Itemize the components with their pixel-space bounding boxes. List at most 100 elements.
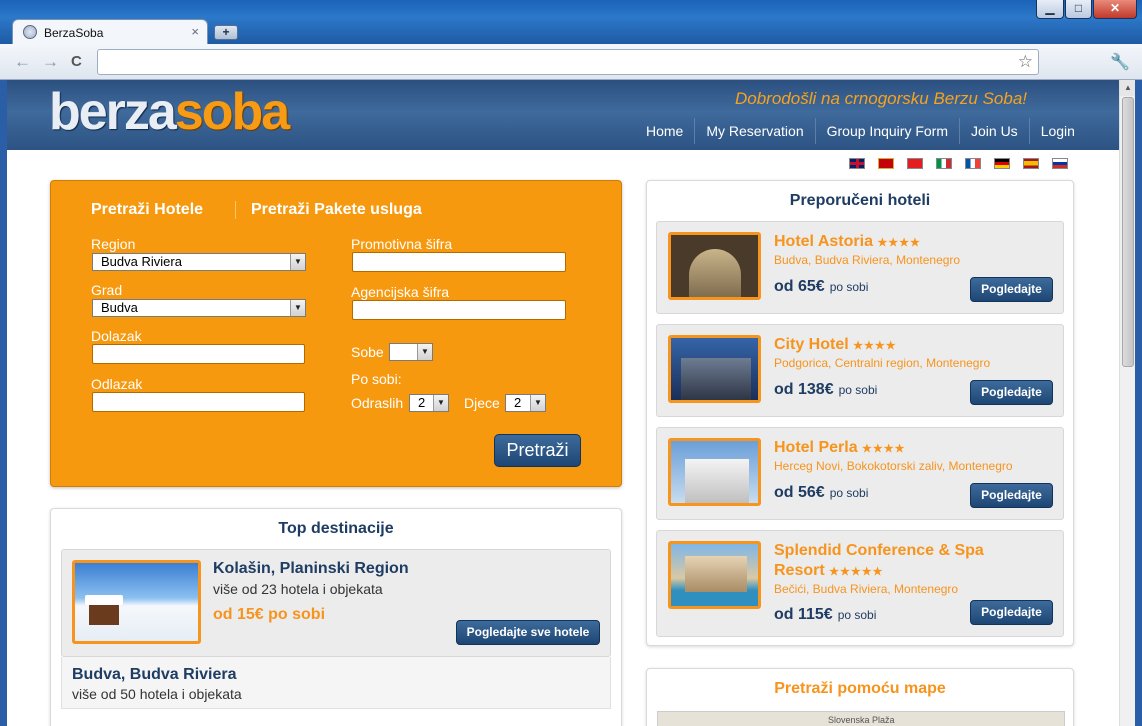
map-search-title: Pretraži pomoću mape — [774, 680, 946, 697]
region-label: Region — [91, 236, 136, 252]
rooms-label: Sobe — [351, 344, 384, 360]
tab-title: BerzaSoba — [44, 26, 104, 40]
flag-fr-icon[interactable] — [965, 158, 981, 169]
chevron-down-icon: ▼ — [290, 300, 305, 316]
view-all-hotels-button[interactable]: Pogledajte sve hotele — [456, 620, 600, 645]
maximize-button[interactable]: □ — [1065, 0, 1092, 19]
star-rating-icon: ★★★★★ — [829, 566, 884, 578]
flag-ru-icon[interactable] — [1052, 158, 1068, 169]
adults-label: Odraslih — [351, 395, 404, 411]
destination-count: više od 50 hotela i objekata — [72, 686, 242, 702]
browser-tab[interactable]: BerzaSoba × — [12, 19, 208, 45]
hotel-card: Hotel Astoria ★★★★ Budva, Budva Riviera,… — [656, 221, 1064, 314]
back-icon[interactable]: ← — [14, 52, 31, 72]
minimize-button[interactable]: ▁ — [1036, 0, 1064, 19]
nav-home[interactable]: Home — [635, 118, 694, 144]
hotel-image[interactable] — [668, 438, 761, 506]
hotel-card: Splendid Conference & Spa Resort ★★★★★ B… — [656, 530, 1064, 637]
hotel-name[interactable]: Hotel Astoria ★★★★ — [774, 232, 1004, 253]
chevron-down-icon: ▼ — [417, 344, 432, 360]
arrival-date-input[interactable] — [92, 344, 305, 364]
tab-search-hotels[interactable]: Pretraži Hotele — [91, 201, 203, 218]
hotel-image[interactable] — [668, 232, 761, 300]
close-window-button[interactable]: ✕ — [1093, 0, 1137, 19]
adults-select[interactable]: 2 ▼ — [409, 394, 449, 412]
hotel-price: od 115€ po sobi — [774, 606, 877, 623]
scrollbar-thumb[interactable] — [1122, 97, 1134, 367]
address-bar[interactable]: ☆ — [97, 49, 1039, 75]
search-tabs: Pretraži Hotele Pretraži Pakete usluga — [91, 201, 422, 219]
welcome-text: Dobrodošli na crnogorsku Berzu Soba! — [735, 89, 1027, 108]
forward-icon[interactable]: → — [42, 52, 59, 72]
departure-label: Odlazak — [91, 376, 143, 392]
view-hotel-button[interactable]: Pogledajte — [970, 277, 1053, 302]
hotel-card: City Hotel ★★★★ Podgorica, Centralni reg… — [656, 324, 1064, 417]
globe-icon — [23, 25, 37, 39]
city-label: Grad — [91, 282, 123, 298]
hotel-price: od 65€ po sobi — [774, 278, 869, 295]
chevron-down-icon: ▼ — [530, 395, 545, 411]
tab-search-packages[interactable]: Pretraži Pakete usluga — [235, 201, 422, 219]
destination-name[interactable]: Budva, Budva Riviera — [72, 666, 237, 684]
hotel-name[interactable]: Hotel Perla ★★★★ — [774, 438, 1004, 459]
hotel-card: Hotel Perla ★★★★ Herceg Novi, Bokokotors… — [656, 427, 1064, 520]
rooms-select[interactable]: ▼ — [389, 343, 433, 361]
search-submit-button[interactable]: Pretraži — [494, 434, 581, 467]
flag-it-icon[interactable] — [936, 158, 952, 169]
hotel-location: Podgorica, Centralni region, Montenegro — [774, 356, 991, 370]
search-panel: Pretraži Hotele Pretraži Pakete usluga R… — [50, 180, 622, 487]
promo-code-label: Promotivna šifra — [351, 236, 453, 252]
destination-card: Kolašin, Planinski Region više od 23 hot… — [61, 549, 611, 657]
children-select[interactable]: 2 ▼ — [505, 394, 546, 412]
hotel-price: od 56€ po sobi — [774, 484, 869, 501]
hotel-name[interactable]: Splendid Conference & Spa Resort ★★★★★ — [774, 541, 1004, 582]
main-nav: Home My Reservation Group Inquiry Form J… — [635, 118, 1086, 144]
flag-es-icon[interactable] — [1023, 158, 1039, 169]
city-select[interactable]: Budva ▼ — [92, 299, 306, 317]
new-tab-button[interactable]: + — [214, 25, 238, 40]
nav-join-us[interactable]: Join Us — [959, 118, 1029, 144]
map-label: Slovenska Plaža — [828, 715, 895, 725]
region-select[interactable]: Budva Riviera ▼ — [92, 253, 306, 271]
nav-login[interactable]: Login — [1028, 118, 1086, 144]
tab-close-icon[interactable]: × — [191, 24, 199, 39]
nav-my-reservation[interactable]: My Reservation — [694, 118, 814, 144]
language-flags — [849, 158, 1068, 169]
nav-group-inquiry[interactable]: Group Inquiry Form — [814, 118, 959, 144]
star-rating-icon: ★★★★ — [853, 340, 897, 352]
destination-price: od 15€ po sobi — [213, 606, 326, 623]
flag-gb-icon[interactable] — [849, 158, 865, 169]
top-destinations-panel: Top destinacije Kolašin, Planinski Regio… — [50, 508, 622, 726]
promo-code-input[interactable] — [352, 252, 566, 272]
departure-date-input[interactable] — [92, 392, 305, 412]
flag-me-icon[interactable] — [878, 158, 894, 169]
chevron-down-icon: ▼ — [290, 254, 305, 270]
view-hotel-button[interactable]: Pogledajte — [970, 600, 1053, 625]
flag-al-icon[interactable] — [907, 158, 923, 169]
recommended-hotels-panel: Preporučeni hoteli Hotel Astoria ★★★★ Bu… — [646, 180, 1074, 646]
agency-code-input[interactable] — [352, 300, 566, 320]
destination-image[interactable] — [72, 560, 201, 644]
hotel-name[interactable]: City Hotel ★★★★ — [774, 335, 1004, 356]
star-rating-icon: ★★★★ — [877, 237, 921, 249]
destination-name[interactable]: Kolašin, Planinski Region — [213, 560, 409, 578]
destination-row: Budva, Budva Riviera više od 50 hotela i… — [61, 657, 611, 709]
page-scrollbar[interactable]: ▲ — [1119, 80, 1135, 726]
flag-de-icon[interactable] — [994, 158, 1010, 169]
hotel-image[interactable] — [668, 335, 761, 403]
view-hotel-button[interactable]: Pogledajte — [970, 483, 1053, 508]
view-hotel-button[interactable]: Pogledajte — [970, 380, 1053, 405]
reload-icon[interactable]: C — [71, 53, 82, 70]
recommended-title: Preporučeni hoteli — [789, 192, 931, 209]
per-room-label: Po sobi: — [351, 371, 402, 387]
browser-title-bar: ▁ □ ✕ BerzaSoba × + — [0, 0, 1142, 45]
hotel-image[interactable] — [668, 541, 761, 609]
hotel-price: od 138€ po sobi — [774, 381, 878, 398]
scroll-up-icon[interactable]: ▲ — [1120, 80, 1135, 96]
agency-code-label: Agencijska šifra — [351, 284, 450, 300]
wrench-icon[interactable]: 🔧 — [1110, 52, 1130, 72]
chevron-down-icon: ▼ — [433, 395, 448, 411]
map-preview[interactable]: Slovenska Plaža — [657, 711, 1065, 726]
berzasoba-logo[interactable]: berzasoba — [49, 82, 290, 142]
bookmark-star-icon[interactable]: ☆ — [1018, 52, 1033, 72]
